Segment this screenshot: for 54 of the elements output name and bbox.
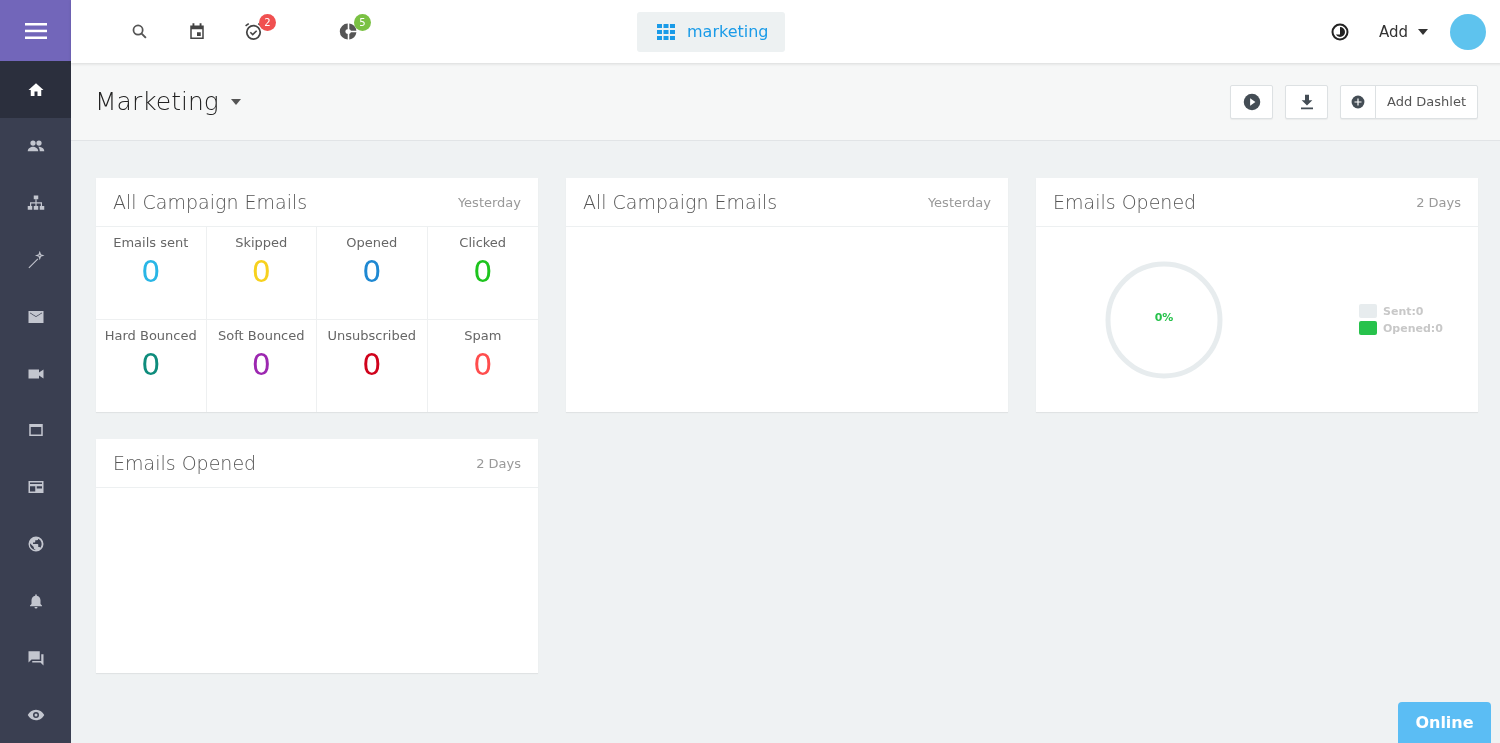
dashboard-title-dropdown[interactable]: Marketing (95, 87, 241, 116)
stat-value: 0 (251, 254, 271, 289)
gauge-percentage: 0% (1153, 310, 1175, 324)
stat-label: Spam (464, 328, 502, 343)
stat-value: 0 (141, 254, 161, 289)
workspace-button[interactable]: marketing (637, 11, 785, 52)
grid-icon (657, 23, 675, 40)
stat-value: 0 (473, 347, 493, 382)
online-status-button[interactable]: Online (1398, 702, 1491, 743)
dashlet-title: Emails Opened (113, 452, 257, 474)
chat-icon (26, 648, 45, 667)
dashlet-period: 2 Days (1416, 194, 1461, 210)
download-button[interactable] (1285, 84, 1328, 119)
stat-label: Emails sent (113, 235, 189, 250)
dashlet-period: 2 Days (476, 455, 521, 471)
stat-label: Opened (346, 235, 398, 250)
sidebar-item[interactable] (0, 61, 71, 118)
half-circle-icon (1330, 21, 1351, 42)
download-icon (1298, 93, 1315, 110)
globe-icon (26, 535, 45, 554)
stat-value: 0 (362, 254, 382, 289)
stat-label: Skipped (235, 235, 288, 250)
calendar-icon (187, 22, 206, 41)
alarm-clock-icon (244, 22, 263, 41)
magic-wand-icon (26, 251, 45, 270)
menu-button[interactable] (0, 0, 71, 62)
stat-label: Unsubscribed (327, 328, 416, 343)
dashlet-title: Emails Opened (1053, 191, 1197, 213)
stat-value: 0 (141, 347, 161, 382)
dashlet-title: All Campaign Emails (113, 191, 308, 213)
notification-badge: 5 (354, 13, 371, 31)
add-dashlet-button[interactable]: Add Dashlet (1340, 84, 1478, 119)
play-icon (1242, 92, 1261, 111)
notification-badge: 2 (259, 13, 276, 31)
stat-value: 0 (473, 254, 493, 289)
stat-label: Clicked (459, 235, 507, 250)
pie-chart-icon (339, 22, 358, 41)
dashlet-title: All Campaign Emails (583, 191, 778, 213)
sitemap-icon (26, 194, 45, 213)
stat-label: Soft Bounced (218, 328, 305, 343)
dashlet-period: Yesterday (927, 194, 991, 210)
stat-label: Hard Bounced (104, 328, 197, 343)
caret-icon (230, 98, 241, 105)
caret-icon (1418, 28, 1428, 35)
reports-button[interactable]: 5 (320, 11, 377, 52)
alarm-button[interactable]: 2 (225, 11, 282, 52)
stat-value: 0 (362, 347, 382, 382)
stat-value: 0 (251, 347, 271, 382)
play-button[interactable] (1230, 84, 1273, 119)
plus-circle-icon (1351, 94, 1365, 109)
search-icon (131, 23, 148, 40)
menu-icon (24, 22, 47, 39)
add-menu-button[interactable]: Add (1378, 22, 1428, 41)
dashlet-period: Yesterday (457, 194, 521, 210)
